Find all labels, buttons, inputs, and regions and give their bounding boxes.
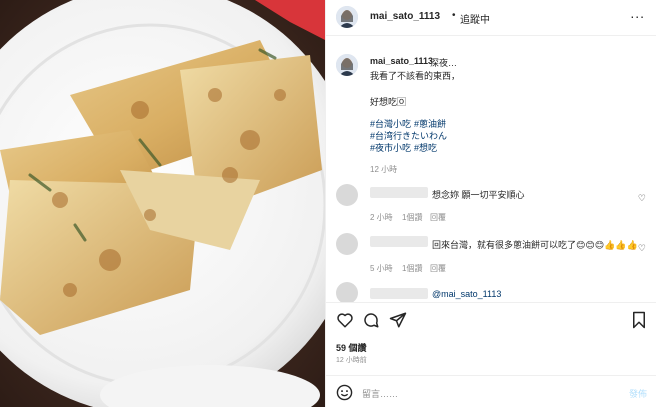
post-header: mai_sato_1113 • 追蹤中 ...	[326, 0, 656, 36]
following-button[interactable]: 追蹤中	[460, 11, 490, 26]
caption-avatar[interactable]	[336, 54, 358, 76]
post-photo[interactable]	[0, 0, 325, 407]
share-paper-plane-icon[interactable]	[389, 311, 407, 334]
caption-username[interactable]: mai_sato_1113	[370, 56, 433, 66]
commenter-avatar[interactable]	[336, 282, 358, 304]
caption-line: 好想吃🄾	[370, 97, 407, 107]
header-separator: •	[452, 10, 456, 21]
post-comment-button[interactable]: 發佈	[629, 387, 647, 400]
caption-line: 我看了不該看的東西，	[370, 71, 461, 81]
reply-button[interactable]: 回覆	[430, 263, 446, 274]
comment-bubble-icon[interactable]	[362, 311, 380, 334]
header-username[interactable]: mai_sato_1113	[370, 11, 440, 22]
emoji-icon[interactable]	[336, 384, 353, 406]
author-avatar[interactable]	[336, 6, 358, 28]
caption-timestamp: 12 小時	[370, 165, 398, 174]
comment-input[interactable]: 留言……	[362, 387, 398, 400]
comment-text: 想念妳 願一切平安順心	[432, 190, 525, 200]
caption-first-line: 深夜…	[430, 58, 458, 68]
comment-time: 5 小時	[370, 264, 393, 273]
comment-text: 回來台灣，就有很多蔥油餅可以吃了😊😊😊👍👍👍	[432, 240, 638, 250]
comment-compose: 留言…… 發佈	[326, 375, 656, 408]
blurred-username	[370, 236, 428, 247]
like-comment-heart-icon[interactable]: ♡	[638, 193, 646, 204]
post-panel: mai_sato_1113 • 追蹤中 ... mai_sato_1113 深夜…	[325, 0, 656, 407]
save-bookmark-icon[interactable]	[631, 311, 647, 334]
like-heart-icon[interactable]	[336, 311, 354, 334]
comment-mention[interactable]: @mai_sato_1113	[432, 289, 501, 299]
commenter-avatar[interactable]	[336, 184, 358, 206]
hashtag-link[interactable]: #想吃	[414, 141, 437, 154]
comment-likes[interactable]: 1個讚	[402, 263, 422, 274]
like-count[interactable]: 59 個讚	[336, 341, 367, 354]
like-comment-heart-icon[interactable]: ♡	[638, 243, 646, 254]
reply-button[interactable]: 回覆	[430, 212, 446, 223]
more-options-icon[interactable]: ...	[630, 5, 645, 21]
comment-likes[interactable]: 1個讚	[402, 212, 422, 223]
scallion-pancake-image	[0, 0, 325, 407]
hashtag-link[interactable]: #夜市小吃	[370, 141, 411, 154]
comment-time: 2 小時	[370, 213, 393, 222]
blurred-username	[370, 187, 428, 198]
blurred-username	[370, 288, 428, 299]
commenter-avatar[interactable]	[336, 233, 358, 255]
post-timestamp: 12 小時前	[336, 357, 367, 364]
action-bar: 59 個讚 12 小時前 留言…… 發佈	[326, 302, 656, 407]
